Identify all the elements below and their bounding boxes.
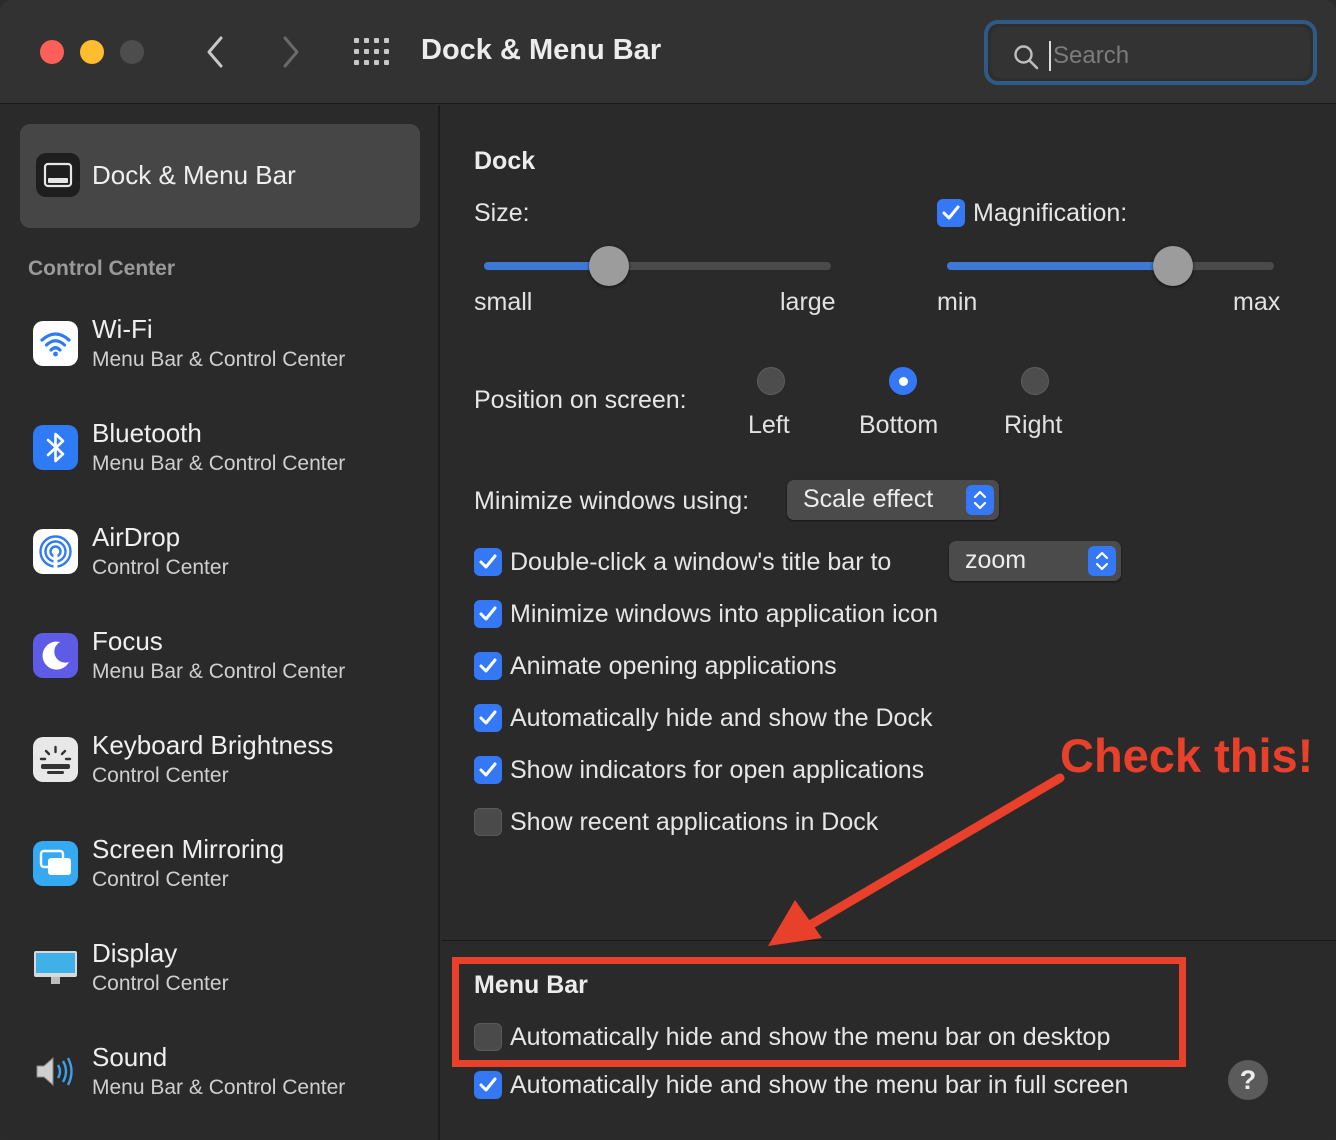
sidebar-item-subtitle: Menu Bar & Control Center <box>92 452 346 475</box>
position-right-label: Right <box>1004 411 1063 439</box>
sidebar-item-title: AirDrop <box>92 522 181 552</box>
dock-section-heading: Dock <box>474 147 536 175</box>
sidebar-item-title: Focus <box>92 626 163 656</box>
annotation-callout-text: Check this! <box>1060 729 1314 782</box>
screen-mirroring-icon <box>33 841 78 886</box>
sidebar-item-title: Sound <box>92 1042 168 1072</box>
zoom-window-button[interactable] <box>120 40 144 64</box>
show-recent-apps-checkbox[interactable] <box>474 808 502 836</box>
minimize-effect-value: Scale effect <box>803 485 934 513</box>
chevron-updown-icon <box>1088 546 1116 576</box>
sidebar-item-title: Screen Mirroring <box>92 834 285 864</box>
magnification-checkbox[interactable] <box>937 199 965 227</box>
position-bottom-label: Bottom <box>859 411 939 439</box>
minimize-into-icon-label: Minimize windows into application icon <box>510 600 938 628</box>
minimize-effect-popup[interactable]: Scale effect <box>787 480 999 520</box>
show-all-grid-icon[interactable] <box>354 38 390 66</box>
position-left-label: Left <box>748 411 790 439</box>
sidebar-item-subtitle: Control Center <box>92 556 229 579</box>
double-click-action-value: zoom <box>965 546 1027 574</box>
search-field[interactable] <box>984 20 1317 85</box>
sidebar-item-screen-mirroring[interactable]: Screen Mirroring Control Center <box>0 824 440 920</box>
window-title: Dock & Menu Bar <box>421 34 662 66</box>
forward-arrow-icon[interactable] <box>276 32 306 72</box>
chevron-updown-icon <box>966 485 994 515</box>
annotation-highlight-box <box>452 957 1186 1067</box>
close-window-button[interactable] <box>40 40 64 64</box>
autohide-dock-checkbox[interactable] <box>474 704 502 732</box>
animate-opening-label: Animate opening applications <box>510 652 837 680</box>
search-input[interactable] <box>1053 38 1293 74</box>
sidebar-item-sound[interactable]: Sound Menu Bar & Control Center <box>0 1032 440 1128</box>
size-slider-knob[interactable] <box>589 246 629 286</box>
position-left-radio[interactable] <box>757 367 785 395</box>
sidebar-item-subtitle: Menu Bar & Control Center <box>92 348 346 371</box>
text-caret <box>1049 41 1051 71</box>
sidebar-item-display[interactable]: Display Control Center <box>0 928 440 1024</box>
sidebar-item-label: Dock & Menu Bar <box>92 160 296 190</box>
magnification-min-label: min <box>937 288 978 316</box>
double-click-action-popup[interactable]: zoom <box>949 541 1121 581</box>
minimize-into-icon-checkbox[interactable] <box>474 600 502 628</box>
section-header-control-center: Control Center <box>28 257 175 280</box>
sidebar: Dock & Menu Bar Control Center Wi-Fi Men… <box>0 105 440 1140</box>
sidebar-item-wifi[interactable]: Wi-Fi Menu Bar & Control Center <box>0 304 440 400</box>
size-slider[interactable] <box>484 262 831 270</box>
display-icon <box>33 945 78 990</box>
sidebar-item-title: Bluetooth <box>92 418 202 448</box>
sidebar-item-subtitle: Menu Bar & Control Center <box>92 1076 346 1099</box>
magnification-label: Magnification: <box>973 199 1128 227</box>
position-bottom-radio[interactable] <box>889 367 917 395</box>
moon-icon <box>33 633 78 678</box>
sidebar-item-airdrop[interactable]: AirDrop Control Center <box>0 512 440 608</box>
magnification-slider-knob[interactable] <box>1153 246 1193 286</box>
dock-menubar-icon <box>36 153 80 197</box>
animate-opening-checkbox[interactable] <box>474 652 502 680</box>
sidebar-item-title: Display <box>92 938 178 968</box>
sidebar-item-subtitle: Control Center <box>92 868 229 891</box>
sidebar-item-bluetooth[interactable]: Bluetooth Menu Bar & Control Center <box>0 408 440 504</box>
airdrop-icon <box>33 529 78 574</box>
position-right-radio[interactable] <box>1021 367 1049 395</box>
size-min-label: small <box>474 288 533 316</box>
autohide-dock-label: Automatically hide and show the Dock <box>510 704 933 732</box>
sidebar-item-dock-menu-bar[interactable]: Dock & Menu Bar <box>20 124 420 228</box>
sidebar-item-subtitle: Control Center <box>92 764 229 787</box>
help-button[interactable]: ? <box>1228 1060 1268 1100</box>
size-label: Size: <box>474 199 530 227</box>
autohide-menubar-fullscreen-label: Automatically hide and show the menu bar… <box>510 1071 1129 1099</box>
magnification-max-label: max <box>1233 288 1281 316</box>
size-max-label: large <box>780 288 836 316</box>
minimize-label: Minimize windows using: <box>474 487 750 515</box>
search-icon <box>1014 45 1039 70</box>
sidebar-item-subtitle: Control Center <box>92 972 229 995</box>
magnification-slider[interactable] <box>947 262 1274 270</box>
speaker-icon <box>33 1049 78 1094</box>
double-click-checkbox[interactable] <box>474 548 502 576</box>
wifi-icon <box>33 321 78 366</box>
bluetooth-icon <box>33 425 78 470</box>
show-indicators-checkbox[interactable] <box>474 756 502 784</box>
sidebar-item-title: Wi-Fi <box>92 314 153 344</box>
sidebar-item-keyboard-brightness[interactable]: Keyboard Brightness Control Center <box>0 720 440 816</box>
preferences-window: Dock & Menu Bar Dock & Menu Bar C <box>0 0 1336 1140</box>
sidebar-item-title: Keyboard Brightness <box>92 730 334 760</box>
autohide-menubar-fullscreen-checkbox[interactable] <box>474 1071 502 1099</box>
minimize-window-button[interactable] <box>80 40 104 64</box>
back-arrow-icon[interactable] <box>200 32 230 72</box>
sidebar-item-focus[interactable]: Focus Menu Bar & Control Center <box>0 616 440 712</box>
sidebar-item-subtitle: Menu Bar & Control Center <box>92 660 346 683</box>
annotation-arrow-icon <box>768 773 1065 946</box>
keyboard-brightness-icon <box>33 737 78 782</box>
title-bar: Dock & Menu Bar <box>0 0 1336 104</box>
position-label: Position on screen: <box>474 386 687 414</box>
double-click-label: Double-click a window's title bar to <box>510 548 892 576</box>
